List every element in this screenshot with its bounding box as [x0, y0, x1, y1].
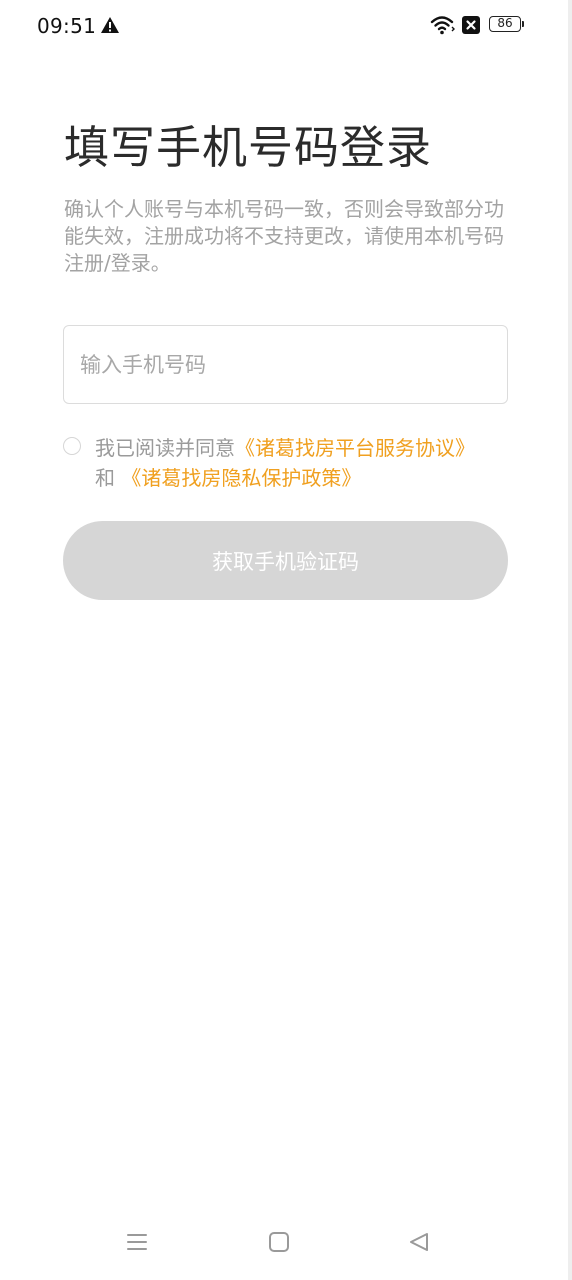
back-icon[interactable] [399, 1222, 439, 1262]
wifi-icon [430, 14, 456, 36]
page-title: 填写手机号码登录 [64, 121, 433, 174]
status-bar: 09:51 86 [0, 0, 572, 50]
get-code-button[interactable]: 获取手机验证码 [63, 521, 508, 600]
phone-field [63, 325, 508, 404]
service-agreement-link[interactable]: 《诸葛找房平台服务协议》 [235, 436, 475, 460]
battery-icon: 86 [489, 16, 521, 32]
home-icon[interactable] [259, 1222, 299, 1262]
agreement-text: 我已阅读并同意《诸葛找房平台服务协议》 和 《诸葛找房隐私保护政策》 [95, 433, 515, 493]
screen-edge [568, 0, 572, 1280]
agreement-prefix: 我已阅读并同意 [95, 436, 235, 460]
page-description: 确认个人账号与本机号码一致，否则会导致部分功能失效，注册成功将不支持更改，请使用… [64, 197, 504, 275]
phone-input[interactable] [80, 326, 490, 403]
menu-icon[interactable] [117, 1222, 157, 1262]
no-signal-icon [462, 16, 480, 34]
agreement-joiner: 和 [95, 466, 115, 490]
privacy-policy-link[interactable]: 《诸葛找房隐私保护政策》 [121, 466, 361, 490]
status-time: 09:51 [37, 14, 97, 38]
battery-cap [522, 21, 524, 27]
agreement-radio[interactable] [63, 437, 81, 455]
warning-icon [100, 16, 120, 34]
